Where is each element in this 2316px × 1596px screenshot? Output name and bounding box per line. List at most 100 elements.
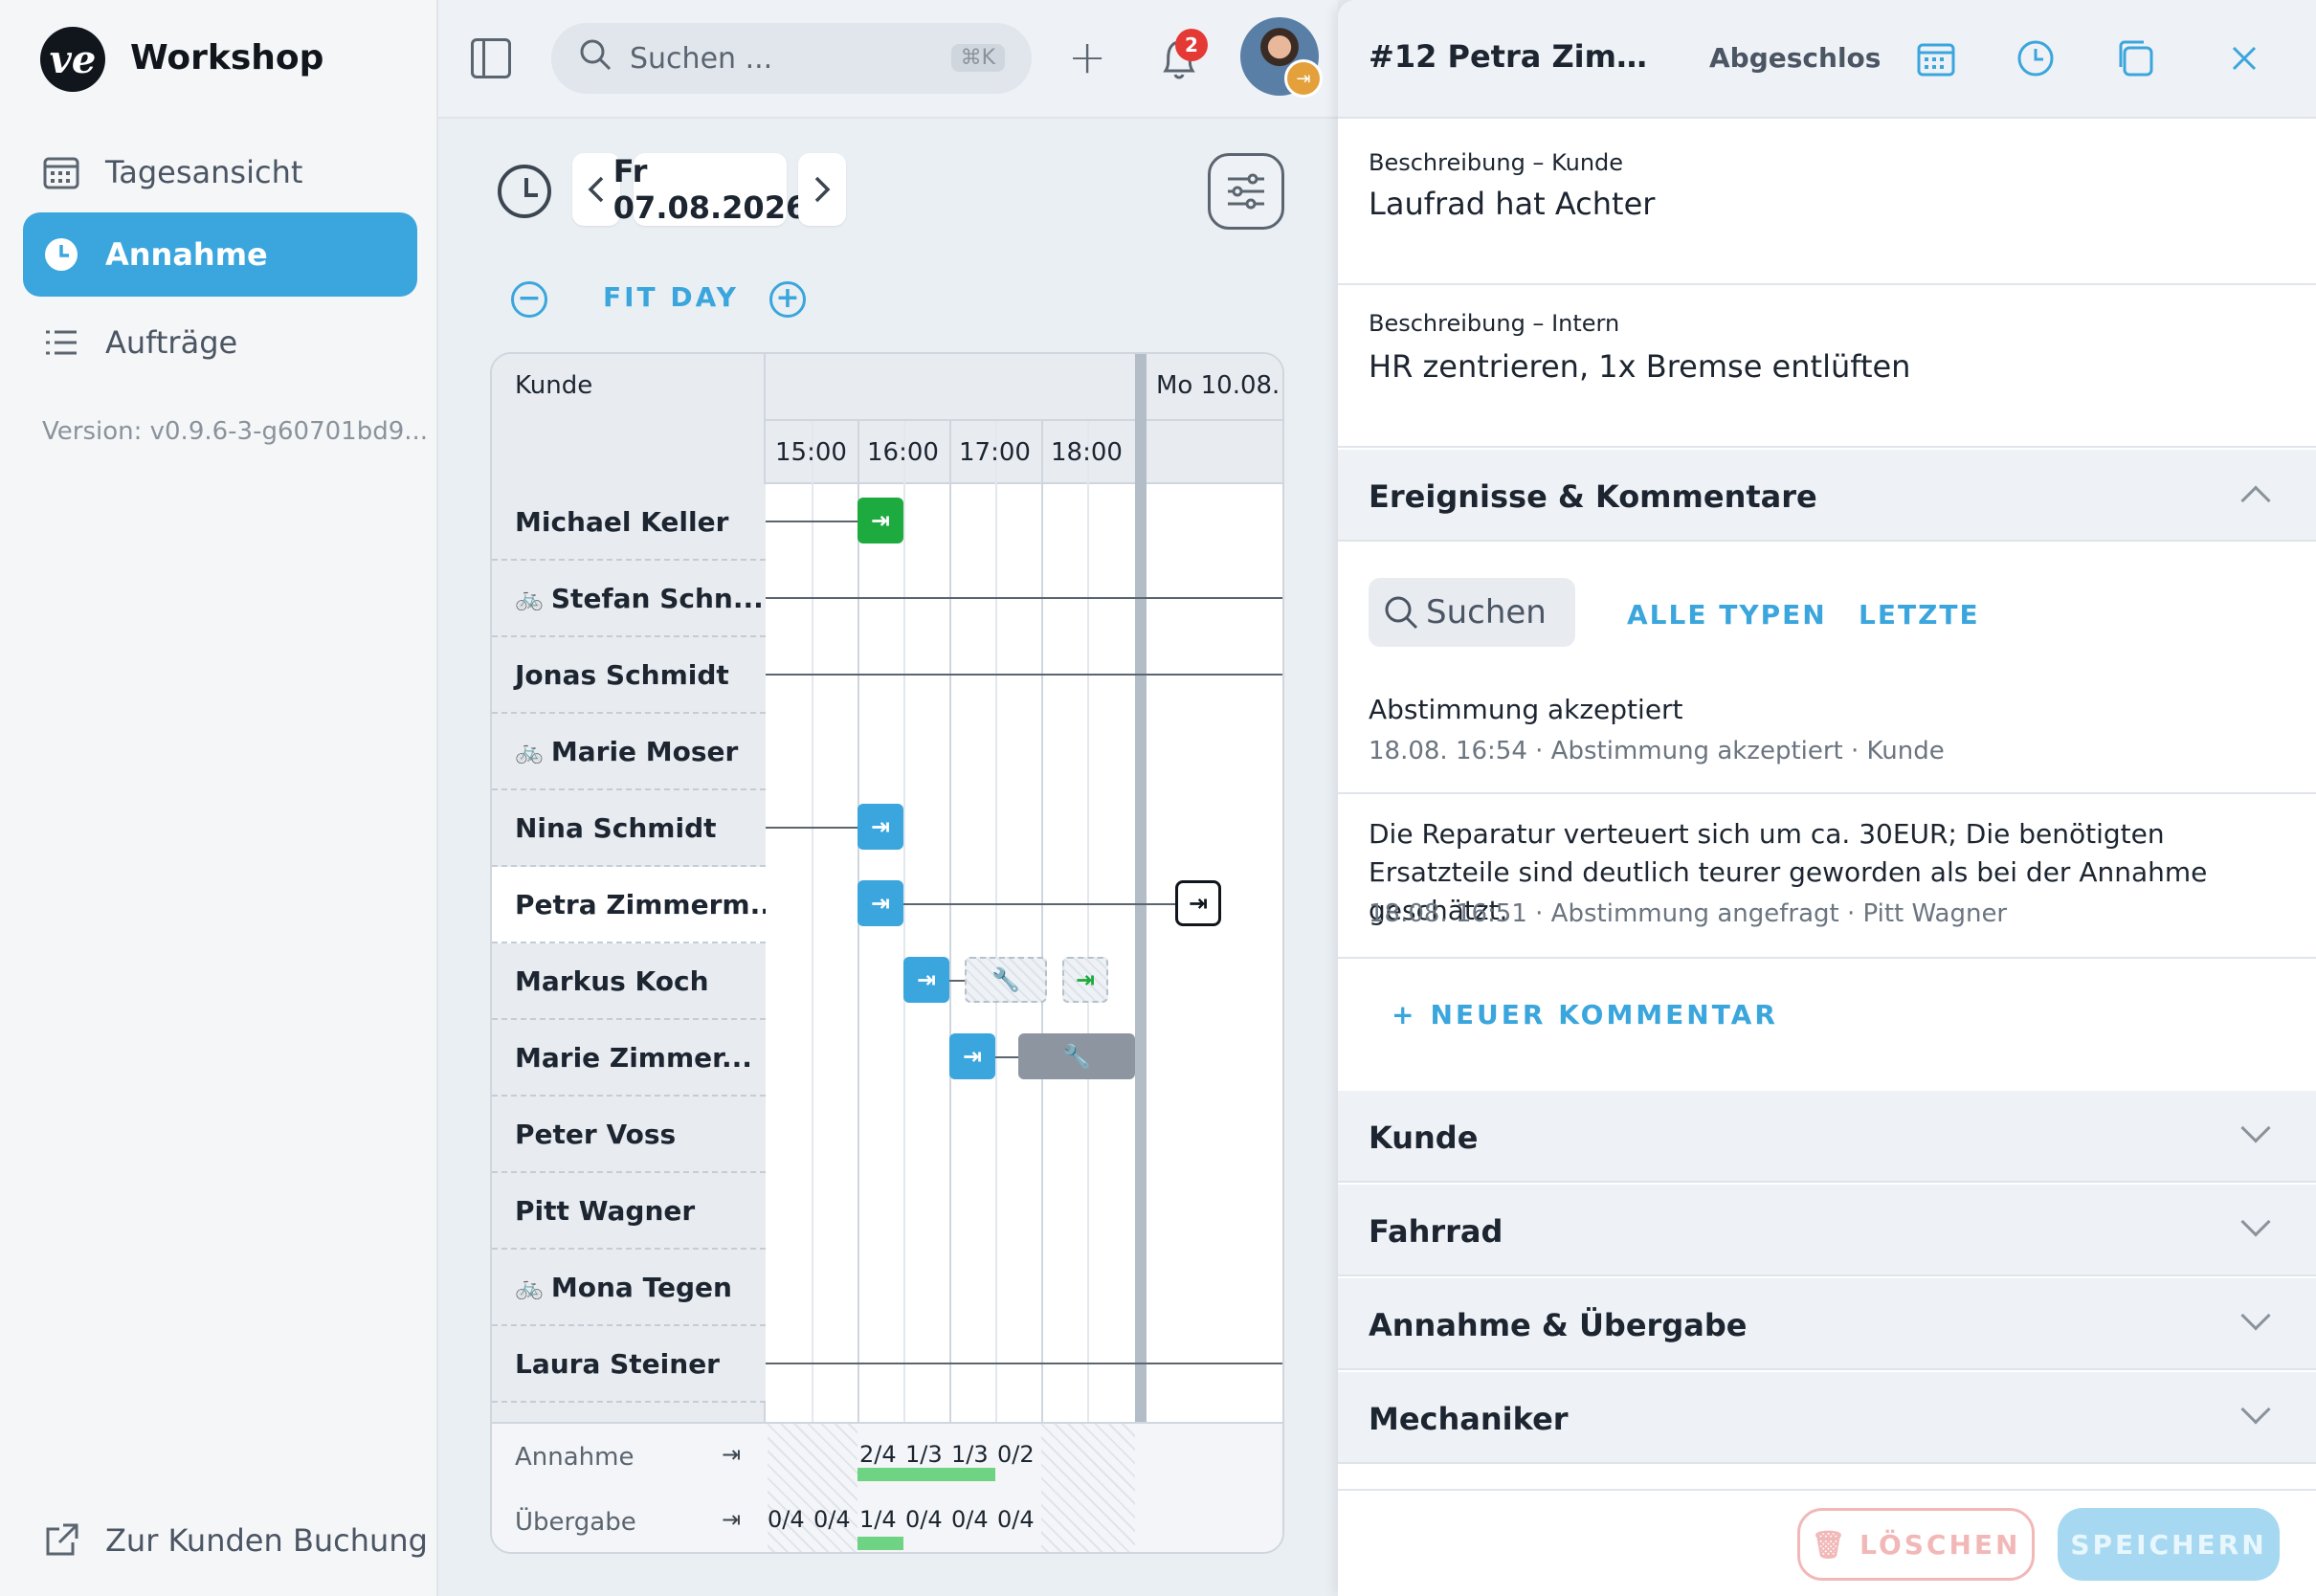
chevron-down-icon (2240, 1300, 2271, 1331)
next-day-button[interactable] (798, 153, 846, 226)
current-date[interactable]: Fr 07.08.2026 (613, 153, 807, 226)
field-value: Laufrad hat Achter (1369, 186, 1656, 222)
customer-description[interactable]: Beschreibung – Kunde Laufrad hat Achter (1338, 119, 2316, 285)
timeline-bar (903, 903, 1175, 905)
customer-booking-link[interactable]: Zur Kunden Buchung (42, 1521, 428, 1560)
handover-icon[interactable]: ⇥ (857, 498, 903, 543)
table-row[interactable]: 🚲 Marie Moser (492, 714, 1282, 790)
bike-icon: 🚲 (515, 585, 544, 611)
accordion-events[interactable]: Ereignisse & Kommentare (1338, 450, 2316, 542)
zoom-out-icon[interactable]: − (511, 281, 547, 318)
status-badge: Abgeschlossen (1709, 42, 1880, 74)
search-input[interactable]: Suchen ... ⌘K (551, 23, 1032, 94)
sidebar-item-auftraege[interactable]: Aufträge (23, 300, 417, 385)
detail-header: #12 Petra Zimmer... Abgeschlossen (1338, 0, 2316, 119)
table-row[interactable]: Pitt Wagner (492, 1173, 1282, 1250)
customer-name: Peter Voss (492, 1097, 766, 1173)
save-button[interactable]: SPEICHERN (2058, 1508, 2280, 1581)
events-search-input[interactable]: Suchen (1369, 578, 1575, 647)
sidebar-item-label: Aufträge (105, 324, 238, 361)
table-row[interactable]: Marie Zimmer... ⇥ 🔧 (492, 1020, 1282, 1097)
timeline-bar (766, 1363, 1282, 1364)
customer-name: Laura Steiner (492, 1326, 766, 1403)
accordion-fahrrad[interactable]: Fahrrad (1338, 1185, 2316, 1276)
capacity-bar (857, 1468, 995, 1481)
capacity-value: 0/4 (813, 1506, 851, 1533)
accordion-kunde[interactable]: Kunde (1338, 1091, 2316, 1183)
capacity-value: 1/3 (905, 1441, 943, 1468)
handover-icon: ⇥ (722, 1506, 742, 1533)
capacity-value: 0/4 (905, 1506, 943, 1533)
timeline-bar (995, 1056, 1018, 1058)
filter-latest[interactable]: LETZTE (1859, 599, 1980, 631)
table-row[interactable]: Michael Keller ⇥ (492, 484, 1282, 561)
chevron-up-icon (2240, 485, 2271, 516)
new-comment-button[interactable]: + NEUER KOMMENTAR (1392, 999, 1778, 1031)
timeline-bar (766, 597, 1282, 599)
customer-name: 🚲 Marie Moser (492, 714, 766, 790)
table-row[interactable]: Jonas Schmidt (492, 637, 1282, 714)
panel-toggle-icon[interactable] (471, 38, 511, 78)
fit-day-button[interactable]: FIT DAY (603, 281, 739, 313)
external-link-icon (42, 1521, 80, 1560)
sidebar: ve Workshop Tagesansicht Annahme Aufträg… (0, 0, 438, 1596)
app-logo: ve (40, 27, 105, 92)
checkin-icon[interactable]: ⇥ (857, 880, 903, 926)
bike-icon: 🚲 (515, 1274, 544, 1300)
handover-icon[interactable]: ⇥ (1062, 957, 1108, 1003)
table-row[interactable]: Nina Schmidt ⇥ (492, 790, 1282, 867)
wrench-icon[interactable]: 🔧 (1018, 1033, 1135, 1079)
sidebar-item-tagesansicht[interactable]: Tagesansicht (23, 130, 417, 214)
action-bar: 🗑 LÖSCHEN SPEICHERN (1338, 1489, 2316, 1596)
clock-icon[interactable] (2015, 38, 2056, 78)
customer-name: Michael Keller (492, 484, 766, 561)
wrench-icon[interactable]: 🔧 (965, 957, 1047, 1003)
field-label: Beschreibung – Intern (1369, 310, 1620, 337)
table-row[interactable]: Laura Steiner (492, 1326, 1282, 1403)
table-row[interactable]: 🚲 Stefan Schn... (492, 561, 1282, 637)
clock-icon[interactable] (498, 165, 551, 218)
bike-icon: 🚲 (515, 738, 544, 765)
filter-all-types[interactable]: ALLE TYPEN (1627, 599, 1827, 631)
sidebar-item-label: Tagesansicht (105, 154, 303, 190)
time-label: 18:00 (1051, 438, 1123, 467)
delete-button[interactable]: 🗑 LÖSCHEN (1797, 1508, 2035, 1581)
list-icon (42, 323, 80, 362)
handover-icon[interactable]: ⇥ (1175, 880, 1221, 926)
internal-description[interactable]: Beschreibung – Intern HR zentrieren, 1x … (1338, 285, 2316, 448)
accordion-title: Kunde (1369, 1119, 1479, 1156)
list-item: Abstimmung akzeptiert 18.08. 16:54 · Abs… (1338, 670, 2316, 794)
accordion-mechaniker[interactable]: Mechaniker (1338, 1372, 2316, 1464)
field-value: HR zentrieren, 1x Bremse entlüften (1369, 348, 1911, 385)
table-row-selected[interactable]: Petra Zimmerm... ⇥ ⇥ (492, 867, 1282, 943)
capacity-value: 2/4 (859, 1441, 897, 1468)
capacity-footer: Annahme ⇥ Übergabe ⇥ 2/4 1/3 1/3 0/2 0/4… (492, 1422, 1282, 1552)
accordion-title: Ereignisse & Kommentare (1369, 478, 1817, 515)
filter-settings-button[interactable] (1208, 153, 1284, 230)
event-text: Abstimmung akzeptiert (1369, 694, 1683, 725)
accordion-annahme-uebergabe[interactable]: Annahme & Übergabe (1338, 1278, 2316, 1370)
hatched-slot (1041, 1424, 1135, 1552)
time-label: 15:00 (775, 438, 847, 467)
table-row[interactable]: 🚲 Mona Tegen (492, 1250, 1282, 1326)
timeline-bar (766, 674, 1282, 676)
zoom-controls: − FIT DAY + (438, 277, 1338, 325)
zoom-in-icon[interactable]: + (769, 281, 806, 318)
timeline-bar (766, 827, 857, 829)
checkin-icon[interactable]: ⇥ (949, 1033, 995, 1079)
checkin-icon[interactable]: ⇥ (903, 957, 949, 1003)
hatched-slot (768, 1424, 857, 1552)
calendar-icon[interactable] (1916, 38, 1956, 78)
accordion-title: Fahrrad (1369, 1213, 1503, 1250)
add-icon[interactable]: + (1068, 31, 1106, 84)
customer-name: Petra Zimmerm... (492, 867, 766, 943)
sliders-icon (1228, 173, 1264, 210)
sidebar-item-annahme[interactable]: Annahme (23, 212, 417, 297)
copy-icon[interactable] (2115, 38, 2155, 78)
table-row[interactable]: Markus Koch ⇥ 🔧 ⇥ (492, 943, 1282, 1020)
close-icon[interactable] (2224, 38, 2264, 78)
plus-icon: + (1392, 999, 1417, 1031)
table-row[interactable]: Peter Voss (492, 1097, 1282, 1173)
checkin-icon[interactable]: ⇥ (857, 804, 903, 850)
app-title: Workshop (130, 38, 324, 78)
